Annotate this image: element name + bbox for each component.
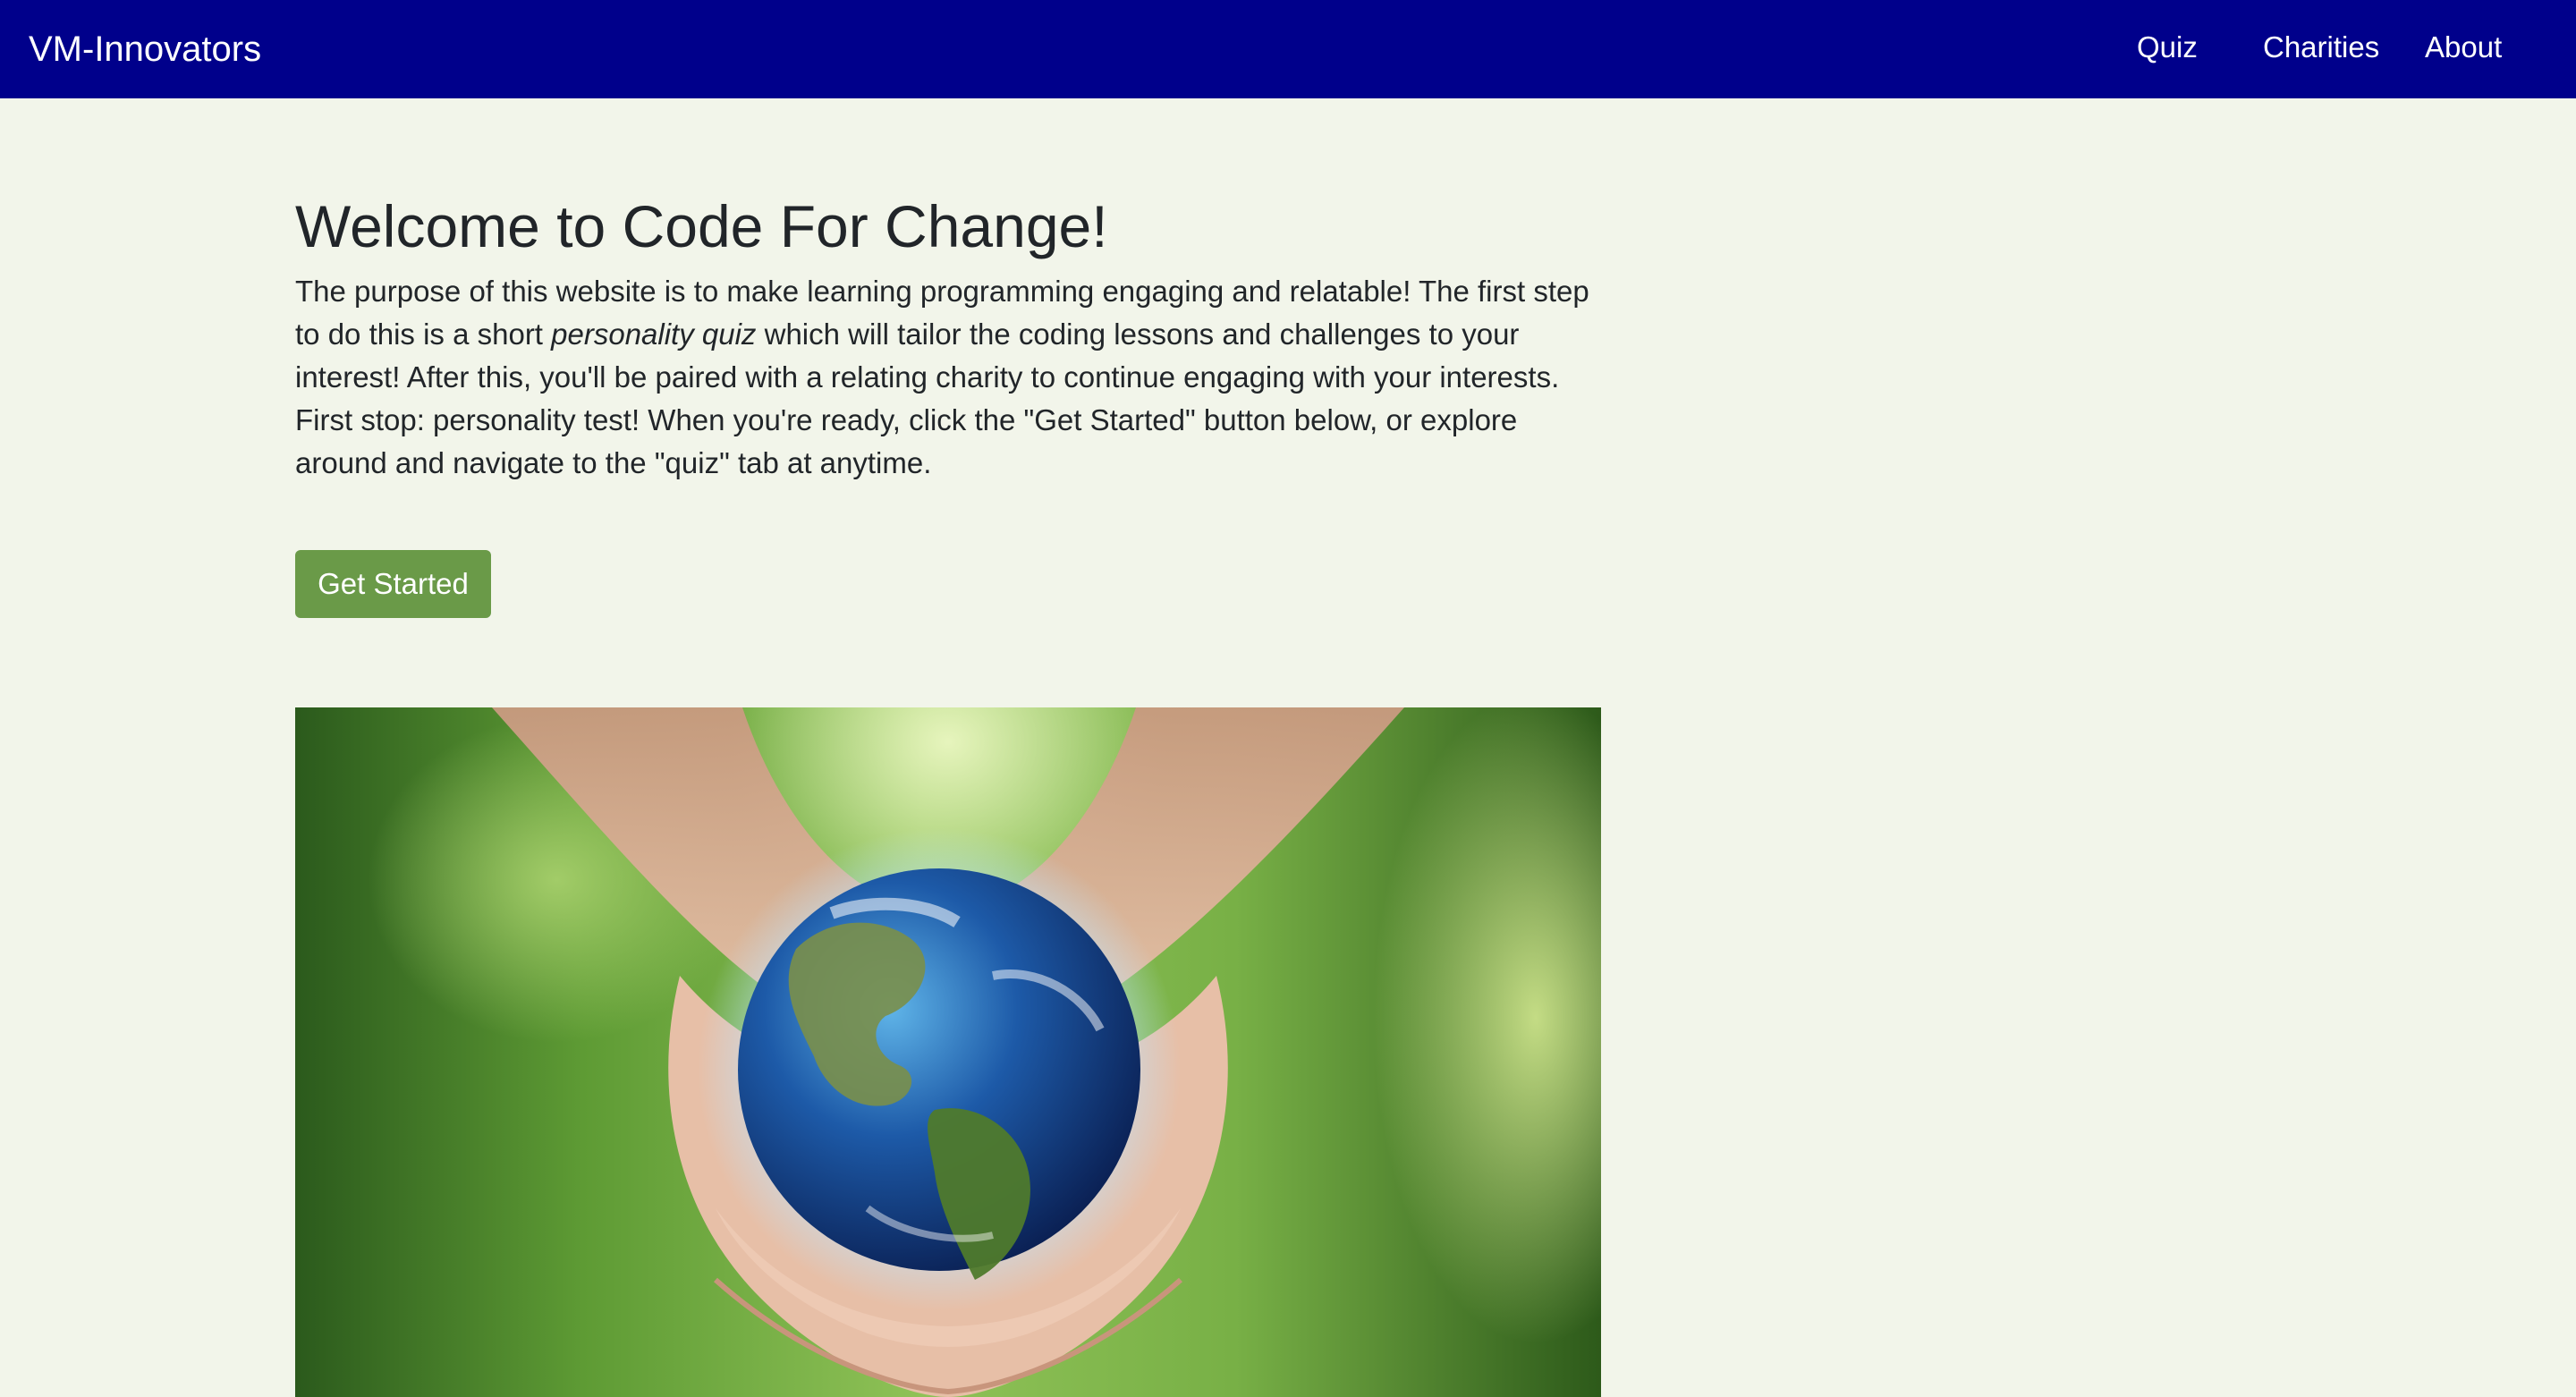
- brand-link[interactable]: VM-Innovators: [29, 27, 261, 72]
- nav-link-about[interactable]: About: [2425, 30, 2502, 64]
- page-title: Welcome to Code For Change!: [295, 193, 1108, 259]
- earth-illustration: [492, 707, 1404, 1397]
- get-started-button[interactable]: Get Started: [295, 550, 491, 618]
- nav-link-charities[interactable]: Charities: [2263, 30, 2379, 64]
- intro-paragraph: The purpose of this website is to make l…: [295, 270, 1601, 485]
- nav-link-quiz[interactable]: Quiz: [2137, 30, 2198, 64]
- navbar: VM-Innovators Quiz Charities About: [0, 0, 2576, 98]
- intro-emphasis: personality quiz: [551, 318, 757, 351]
- hands-holding-earth-image: [295, 707, 1601, 1397]
